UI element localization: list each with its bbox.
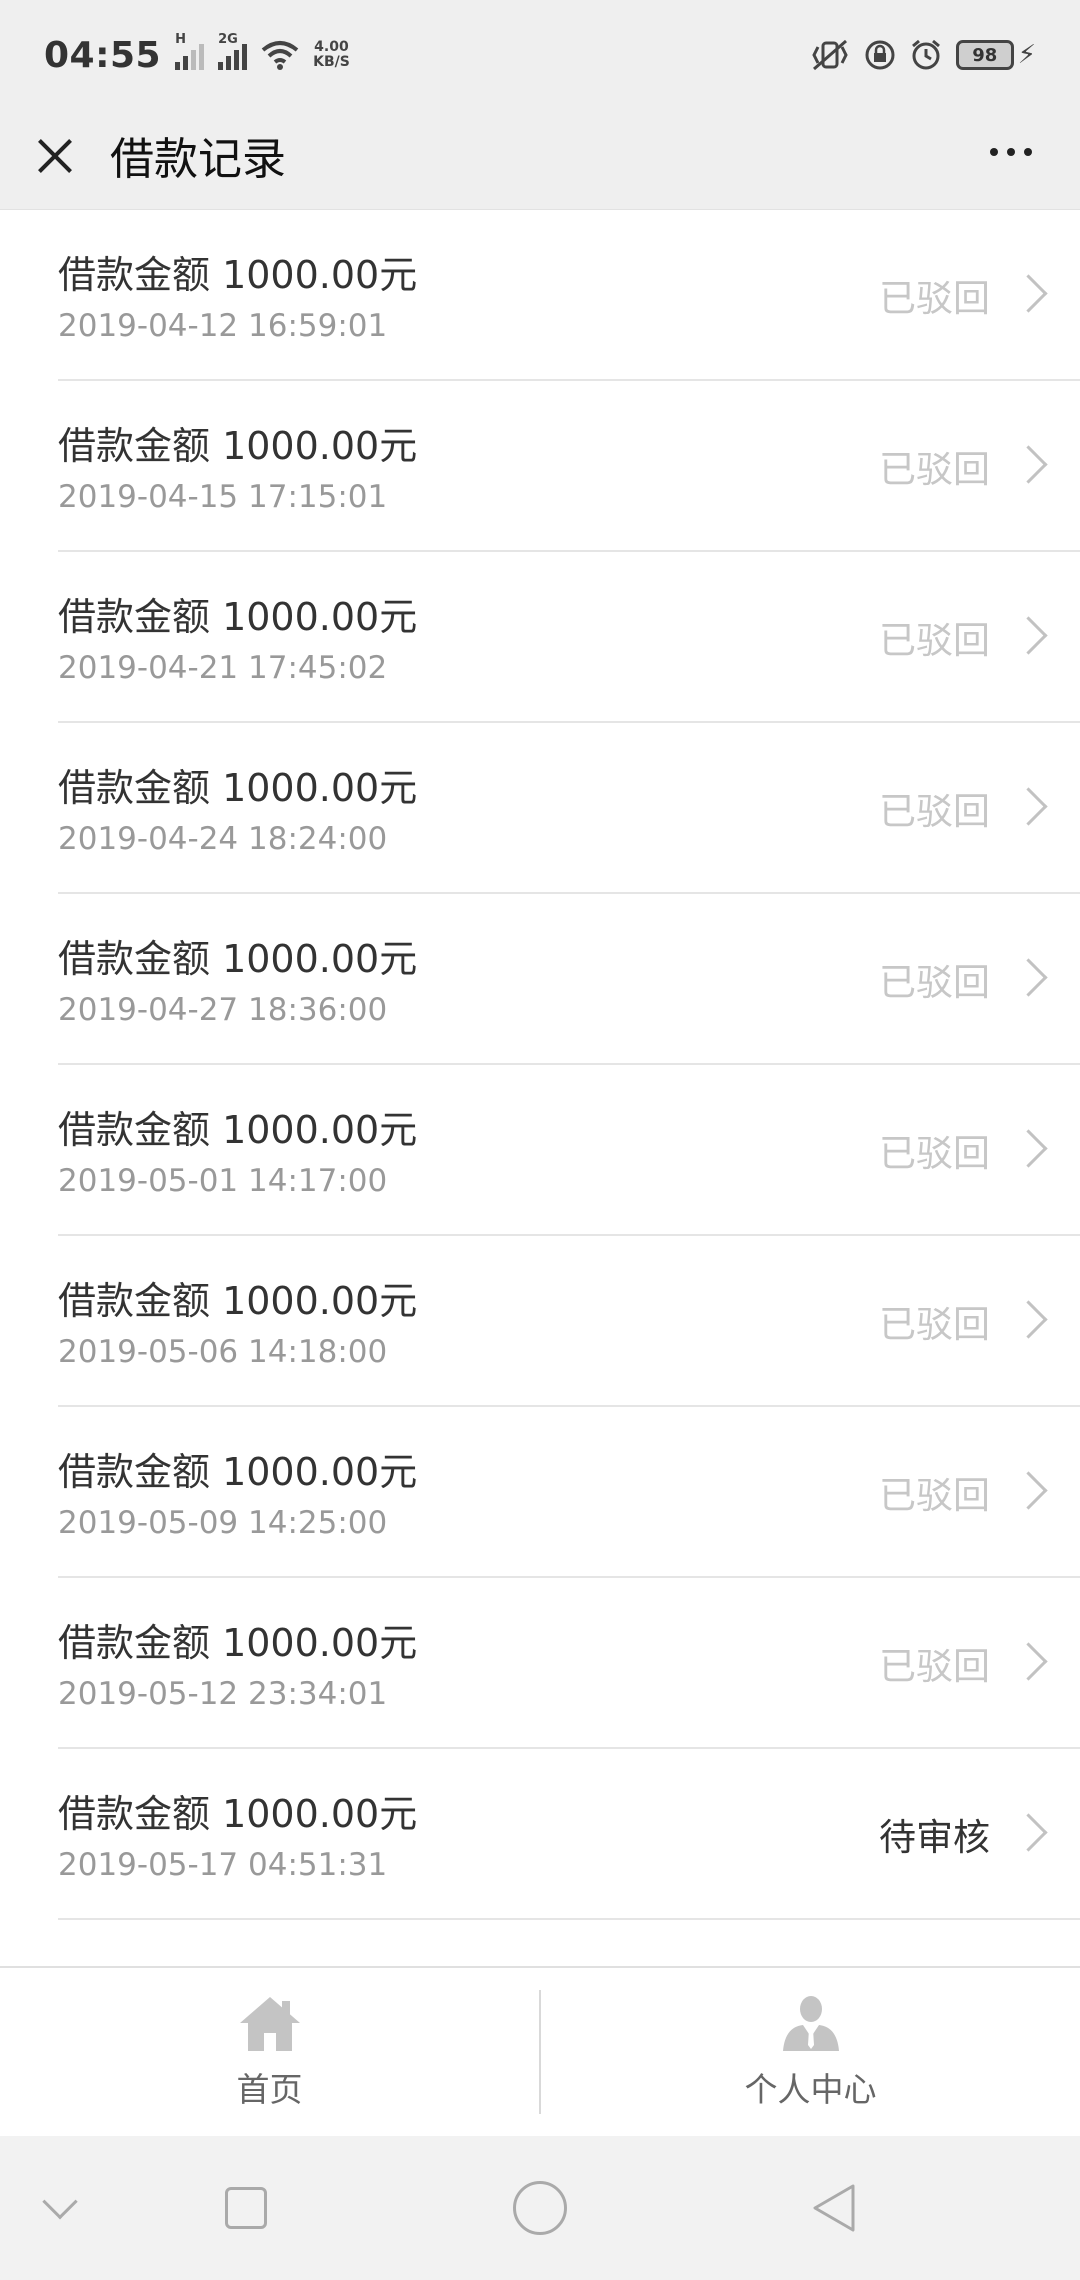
- home-button-icon[interactable]: [513, 2181, 567, 2235]
- chevron-right-icon: [1009, 787, 1048, 826]
- speed-value: 4.00: [314, 39, 349, 55]
- record-amount: 借款金额 1000.00元: [58, 424, 418, 468]
- record-row[interactable]: 借款金额 1000.00元 2019-04-27 18:36:00 已驳回: [0, 894, 1080, 1065]
- tab-home[interactable]: 首页: [0, 1968, 539, 2136]
- record-row[interactable]: 借款金额 1000.00元 2019-05-09 14:25:00 已驳回: [0, 1407, 1080, 1578]
- status-left: 04:55 H 2G 4.00 KB/S: [44, 32, 350, 76]
- record-row[interactable]: 借款金额 1000.00元 2019-04-24 18:24:00 已驳回: [0, 723, 1080, 894]
- chevron-right-icon: [1009, 616, 1048, 655]
- chevron-right-icon: [1009, 445, 1048, 484]
- chevron-right-icon: [1009, 958, 1048, 997]
- more-icon[interactable]: [990, 148, 1032, 156]
- record-time: 2019-04-15 17:15:01: [58, 479, 388, 515]
- chevron-right-icon: [1009, 1300, 1048, 1339]
- battery-level: 98: [955, 40, 1014, 70]
- battery-icon: 98 ⚡: [955, 40, 1036, 70]
- record-amount: 借款金额 1000.00元: [58, 1450, 418, 1494]
- chevron-right-icon: [1009, 274, 1048, 313]
- status-badge: 已驳回: [879, 1645, 990, 1688]
- page-title: 借款记录: [110, 134, 286, 185]
- status-badge: 已驳回: [879, 1132, 990, 1175]
- tab-bar: 首页 个人中心: [0, 1966, 1080, 2136]
- record-amount: 借款金额 1000.00元: [58, 1621, 418, 1665]
- record-time: 2019-04-27 18:36:00: [58, 992, 388, 1028]
- record-amount: 借款金额 1000.00元: [58, 1108, 418, 1152]
- record-row[interactable]: 借款金额 1000.00元 2019-05-12 23:34:01 已驳回: [0, 1578, 1080, 1749]
- back-icon[interactable]: [809, 2182, 859, 2234]
- record-time: 2019-05-09 14:25:00: [58, 1505, 388, 1541]
- record-row[interactable]: 借款金额 1000.00元 2019-04-15 17:15:01 已驳回: [0, 381, 1080, 552]
- record-amount: 借款金额 1000.00元: [58, 595, 418, 639]
- status-badge: 已驳回: [879, 448, 990, 491]
- signal-2g-tag: 2G: [218, 32, 238, 47]
- record-time: 2019-04-21 17:45:02: [58, 650, 388, 686]
- status-badge: 已驳回: [879, 619, 990, 662]
- record-amount: 借款金额 1000.00元: [58, 253, 418, 297]
- wifi-icon: [261, 41, 299, 70]
- record-amount: 借款金额 1000.00元: [58, 766, 418, 810]
- signal-h-tag: H: [175, 32, 186, 47]
- record-list: 借款金额 1000.00元 2019-04-12 16:59:01 已驳回 借款金额 …: [0, 210, 1080, 1920]
- status-badge: 已驳回: [879, 1474, 990, 1517]
- record-amount: 借款金额 1000.00元: [58, 937, 418, 981]
- record-row[interactable]: 借款金额 1000.00元 2019-05-17 04:51:31 待审核: [0, 1749, 1080, 1920]
- record-row[interactable]: 借款金额 1000.00元 2019-05-06 14:18:00 已驳回: [0, 1236, 1080, 1407]
- record-row[interactable]: 借款金额 1000.00元 2019-04-12 16:59:01 已驳回: [0, 210, 1080, 381]
- status-badge: 已驳回: [879, 790, 990, 833]
- status-bar: 04:55 H 2G 4.00 KB/S 98 ⚡: [0, 0, 1080, 110]
- record-time: 2019-05-17 04:51:31: [58, 1847, 388, 1883]
- record-row[interactable]: 借款金额 1000.00元 2019-05-01 14:17:00 已驳回: [0, 1065, 1080, 1236]
- tab-profile-label: 个人中心: [744, 2070, 877, 2109]
- vibrate-icon: [812, 39, 848, 71]
- status-badge: 待审核: [879, 1816, 990, 1859]
- recent-apps-icon[interactable]: [225, 2187, 267, 2229]
- tab-profile[interactable]: 个人中心: [541, 1968, 1080, 2136]
- system-nav-bar: [0, 2136, 1080, 2280]
- tab-home-label: 首页: [236, 2070, 303, 2109]
- status-badge: 已驳回: [879, 277, 990, 320]
- chevron-right-icon: [1009, 1129, 1048, 1168]
- chevron-right-icon: [1009, 1642, 1048, 1681]
- chevron-right-icon: [1009, 1471, 1048, 1510]
- nav-bar: 借款记录: [0, 110, 1080, 210]
- chevron-down-icon[interactable]: [42, 2184, 78, 2220]
- record-time: 2019-04-12 16:59:01: [58, 308, 388, 344]
- user-icon: [782, 1996, 839, 2051]
- record-amount: 借款金额 1000.00元: [58, 1792, 418, 1836]
- charging-icon: ⚡: [1017, 40, 1036, 70]
- signal-2g-icon: 2G: [218, 32, 248, 70]
- alarm-icon: [911, 39, 940, 70]
- status-badge: 已驳回: [879, 1303, 990, 1346]
- record-amount: 借款金额 1000.00元: [58, 1279, 418, 1323]
- signal-h-icon: H: [175, 32, 205, 70]
- record-time: 2019-05-06 14:18:00: [58, 1334, 388, 1370]
- speed-unit: KB/S: [313, 54, 350, 70]
- record-time: 2019-05-12 23:34:01: [58, 1676, 388, 1712]
- close-icon[interactable]: [32, 132, 78, 178]
- lock-rotation-icon: [865, 40, 895, 70]
- record-row[interactable]: 借款金额 1000.00元 2019-04-21 17:45:02 已驳回: [0, 552, 1080, 723]
- status-time: 04:55: [44, 34, 162, 76]
- record-time: 2019-05-01 14:17:00: [58, 1163, 388, 1199]
- home-icon: [239, 1997, 300, 2051]
- chevron-right-icon: [1009, 1813, 1048, 1852]
- status-badge: 已驳回: [879, 961, 990, 1004]
- network-speed: 4.00 KB/S: [313, 40, 350, 70]
- status-right: 98 ⚡: [810, 39, 1036, 71]
- record-time: 2019-04-24 18:24:00: [58, 821, 388, 857]
- list-spacer: [0, 1920, 1080, 1966]
